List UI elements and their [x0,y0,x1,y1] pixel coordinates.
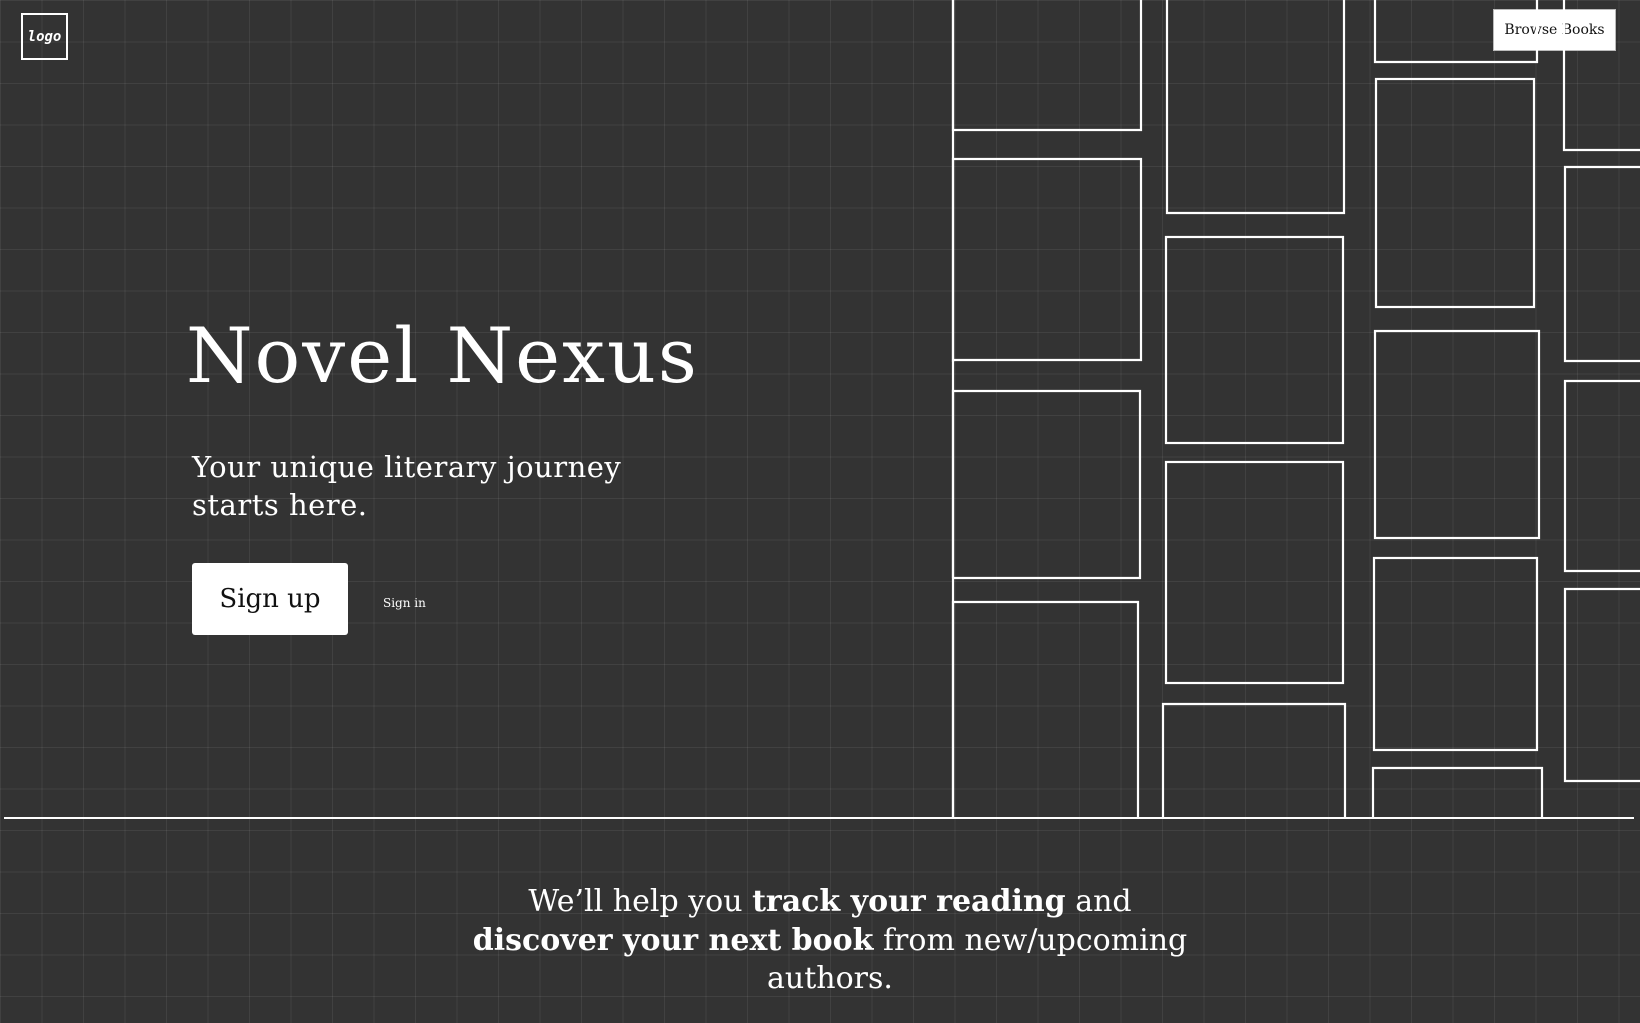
book-outline [1563,587,1640,783]
mission-highlight-track: track your reading [752,884,1066,919]
book-outline [1165,0,1346,215]
book-outline [1563,165,1640,363]
book-outline [1371,766,1544,818]
mission-highlight-discover: discover your next book [472,922,874,958]
book-outline [951,600,1140,818]
book-outline [1164,460,1345,685]
book-outline [1161,702,1347,818]
book-outline [1374,77,1536,309]
mission-text: and [1065,884,1132,919]
book-outline [951,0,1143,132]
book-outline [1164,235,1345,445]
mission-statement: We’ll help you track your reading and dis… [420,883,1240,999]
mission-text: from new/upcoming [873,922,1188,958]
book-outline [1562,0,1640,152]
mission-text: authors. [767,961,893,996]
book-outline [1372,556,1539,752]
book-outline [951,157,1143,362]
mission-text: We’ll help you [528,884,753,919]
bookshelf-illustration [951,0,1640,818]
book-outline [1373,329,1541,540]
book-outline [1373,0,1539,64]
section-divider [4,817,1634,819]
book-outline [1563,379,1640,573]
book-outline [951,389,1142,580]
